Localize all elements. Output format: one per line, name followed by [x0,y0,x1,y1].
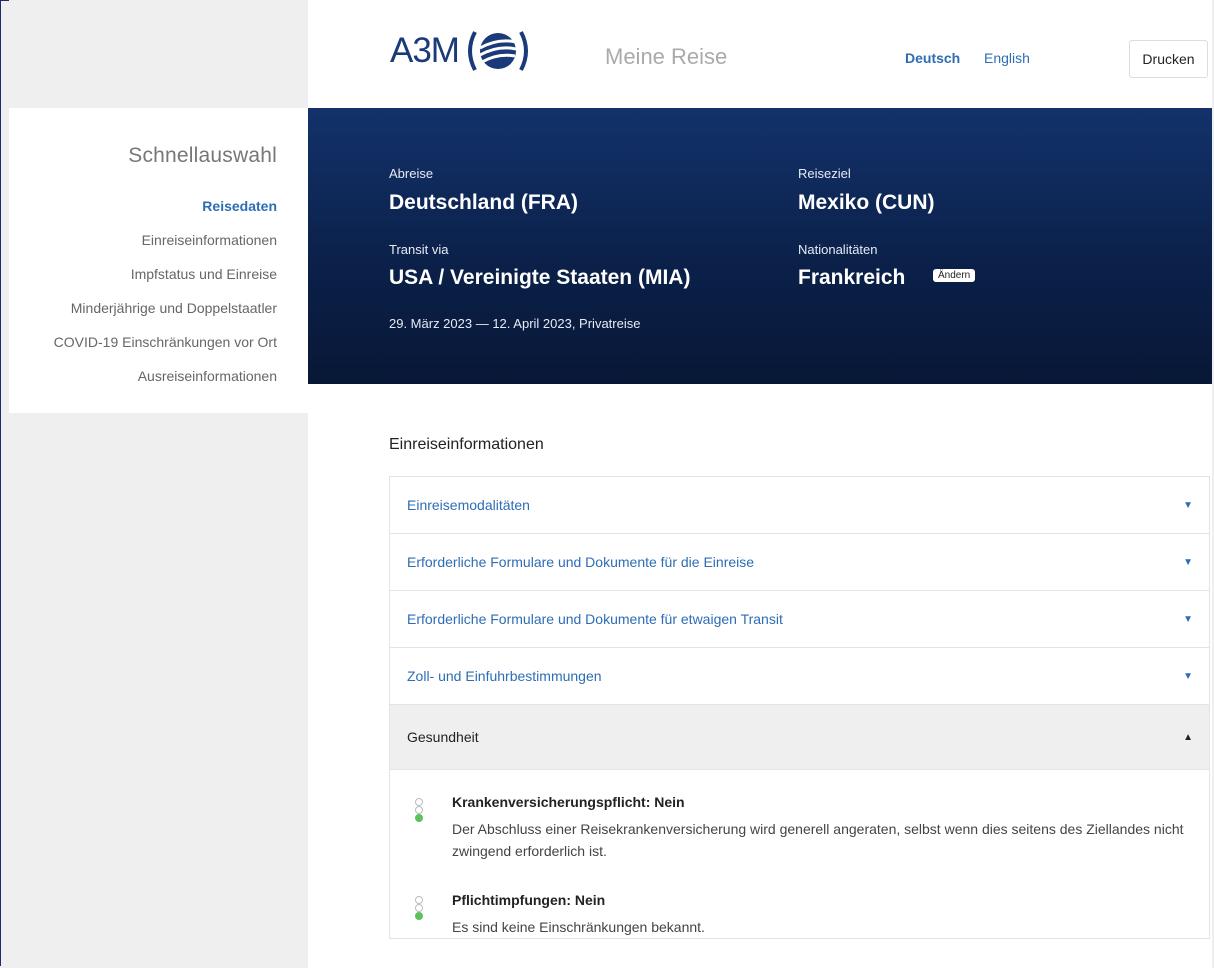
entry-info-accordion: Einreisemodalitäten ▼ Erforderliche Form… [389,476,1210,939]
departure-value: Deutschland (FRA) [389,191,578,214]
health-entry-insurance: Krankenversicherungspflicht: Nein Der Ab… [390,770,1209,862]
chevron-down-icon: ▼ [1183,670,1193,682]
transit-label: Transit via [389,242,449,257]
status-traffic-light-icon [415,798,425,822]
sidebar-item-ausreise[interactable]: Ausreiseinformationen [54,359,277,393]
accordion-item-einreisemodalitaeten[interactable]: Einreisemodalitäten ▼ [390,477,1209,534]
entry-text: Es sind keine Einschränkungen bekannt. [452,919,705,935]
chevron-up-icon: ▲ [1183,731,1193,743]
language-english-link[interactable]: English [984,50,1030,66]
main-content: A3M Meine Reise Deutsch English Drucken … [308,0,1212,968]
destination-label: Reiseziel [798,166,851,181]
entry-title: Pflichtimpfungen: Nein [452,892,606,908]
status-dot-empty [415,896,423,904]
entry-title: Krankenversicherungspflicht: Nein [452,794,685,810]
language-german-link[interactable]: Deutsch [905,50,960,66]
status-dot-empty [415,798,423,806]
logo-subtitle: Meine Reise [605,44,728,69]
chevron-down-icon: ▼ [1183,556,1193,568]
accordion-label: Gesundheit [407,729,479,745]
accordion-item-formulare-einreise[interactable]: Erforderliche Formulare und Dokumente fü… [390,534,1209,591]
accordion-label: Erforderliche Formulare und Dokumente fü… [407,611,783,627]
accordion-label: Einreisemodalitäten [407,497,530,513]
a3m-logo: A3M [390,28,531,74]
nationality-value: Frankreich [798,266,906,289]
chevron-down-icon: ▼ [1183,499,1193,511]
logo-text: A3M [390,31,460,70]
sidebar-item-einreiseinformationen[interactable]: Einreiseinformationen [54,223,277,257]
accordion-label: Zoll- und Einfuhrbestimmungen [407,668,602,684]
departure-label: Abreise [389,166,434,181]
accordion-label: Erforderliche Formulare und Dokumente fü… [407,554,755,570]
status-dot-green [415,912,423,920]
print-button[interactable]: Drucken [1129,40,1208,78]
accordion-item-formulare-transit[interactable]: Erforderliche Formulare und Dokumente fü… [390,591,1209,648]
sidebar-list: Reisedaten Einreiseinformationen Impfsta… [54,189,277,393]
entry-text: Der Abschluss einer Reisekrankenversiche… [452,821,1184,859]
chevron-down-icon: ▼ [1183,613,1193,625]
sidebar-title: Schnellauswahl [128,144,277,167]
sidebar-item-covid[interactable]: COVID-19 Einschränkungen vor Ort [54,325,277,359]
health-entry-vaccination: Pflichtimpfungen: Nein Es sind keine Ein… [390,862,1209,938]
transit-value: USA / Vereinigte Staaten (MIA) [389,266,691,289]
quick-nav-sidebar: Schnellauswahl Reisedaten Einreiseinform… [9,108,308,413]
page-header: A3M Meine Reise Deutsch English Drucken [308,0,1212,108]
sidebar-item-minderjaehrige[interactable]: Minderjährige und Doppelstaatler [54,291,277,325]
status-dot-empty [415,806,423,814]
section-title: Einreiseinformationen [389,436,544,453]
sidebar-item-impfstatus[interactable]: Impfstatus und Einreise [54,257,277,291]
sidebar-item-reisedaten[interactable]: Reisedaten [54,189,277,223]
destination-value: Mexiko (CUN) [798,191,935,214]
status-dot-green [415,814,423,822]
nationality-label: Nationalitäten [798,242,878,257]
health-panel: Krankenversicherungspflicht: Nein Der Ab… [390,770,1209,938]
trip-summary-banner: Abreise Deutschland (FRA) Reiseziel Mexi… [308,108,1212,384]
globe-icon [467,31,528,71]
accordion-item-gesundheit[interactable]: Gesundheit ▲ [390,705,1209,770]
status-dot-empty [415,904,423,912]
accordion-item-zoll[interactable]: Zoll- und Einfuhrbestimmungen ▼ [390,648,1209,705]
change-nationality-button[interactable]: Ändern [933,269,976,282]
trip-dates: 29. März 2023 — 12. April 2023, Privatre… [389,316,641,331]
status-traffic-light-icon [415,896,425,920]
